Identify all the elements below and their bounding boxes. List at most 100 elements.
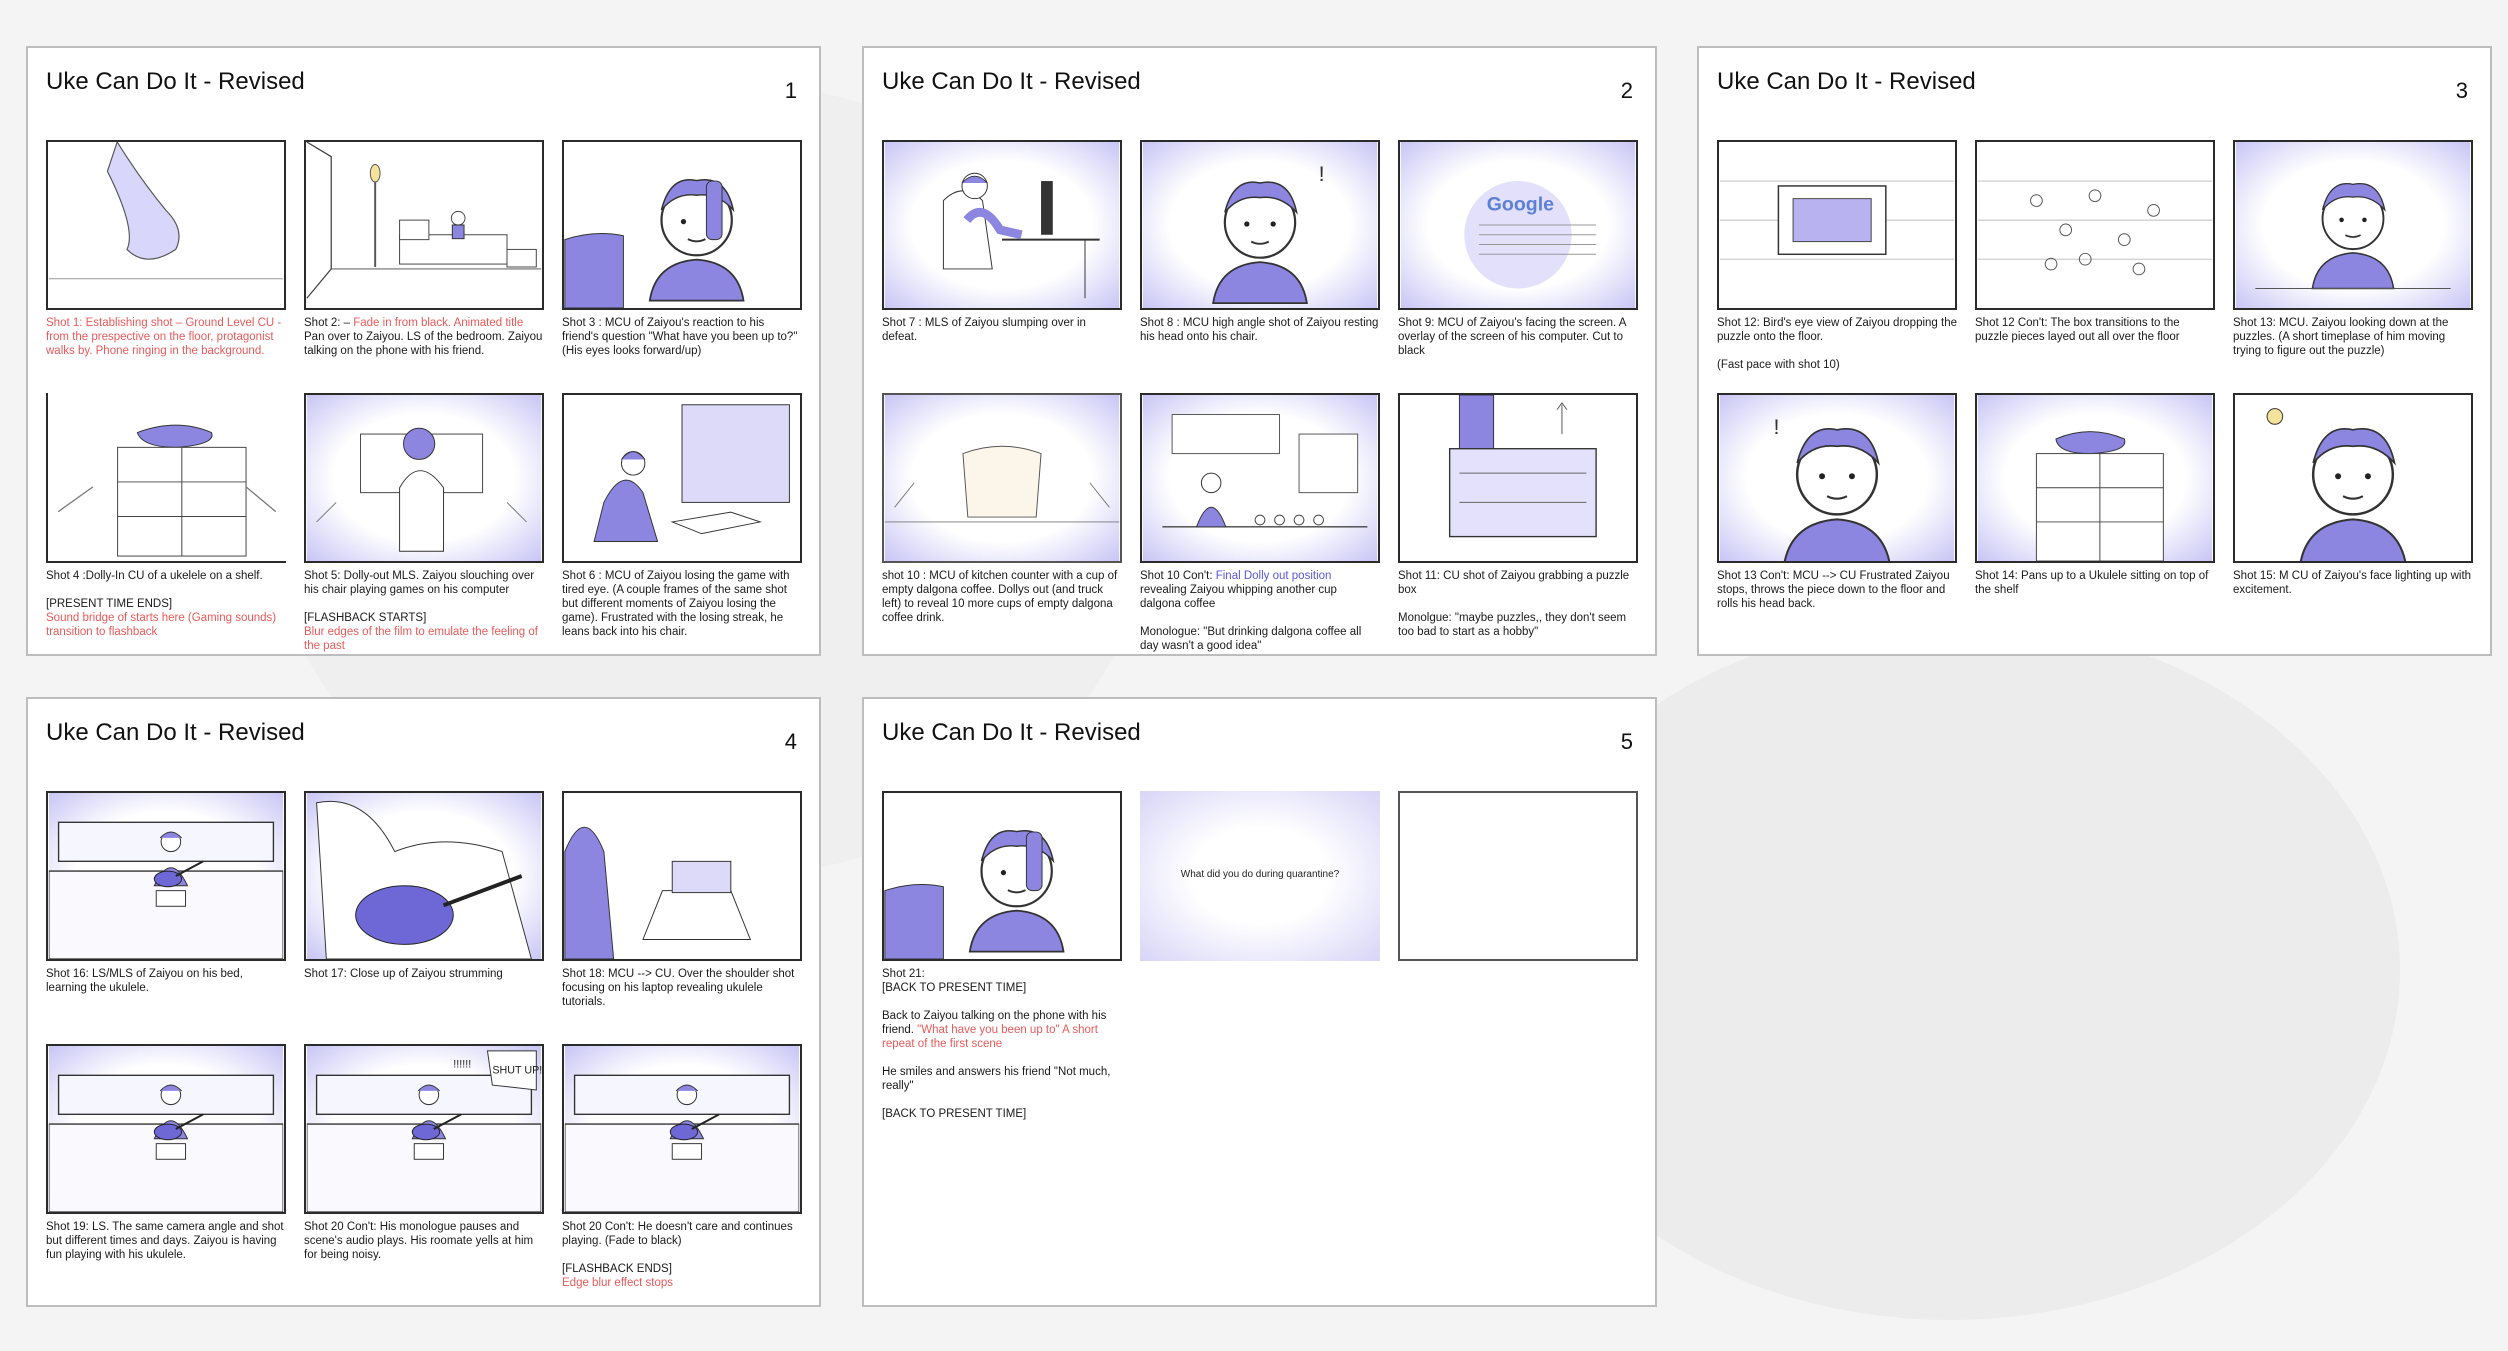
shot-frame-3	[562, 140, 802, 310]
shot-caption: Shot 5: Dolly-out MLS. Zaiyou slouching …	[304, 569, 544, 653]
shot-frame-13-cont: !	[1717, 393, 1957, 563]
caption-line: Shot 15: M CU of Zaiyou's face lighting …	[2233, 569, 2473, 597]
caption-text: Pan over to Zaiyou. LS of the bedroom. Z…	[304, 331, 543, 357]
caption-line: Shot 10 Con't: Final Dolly out position	[1140, 569, 1380, 583]
shot-caption: Shot 2: – Fade in from black. Animated t…	[304, 316, 544, 358]
page-number: 1	[784, 78, 797, 103]
caption-line: Shot 12 Con't: The box transitions to th…	[1975, 316, 2215, 344]
page-title: Uke Can Do It - Revised	[882, 719, 1141, 746]
shot-frame-15	[2233, 393, 2473, 563]
caption-highlight: Fade in from black. Animated title	[353, 317, 524, 329]
caption-line: Shot 1: Establishing shot – Ground Level…	[46, 316, 286, 358]
shot-frame-19	[46, 1044, 286, 1214]
caption-line: Shot 2: – Fade in from black. Animated t…	[304, 316, 544, 330]
shot-frame-10-cont	[1140, 393, 1380, 563]
page-title: Uke Can Do It - Revised	[46, 68, 305, 95]
caption-line: [BACK TO PRESENT TIME]	[882, 1107, 1122, 1121]
shot-frame-9: Google	[1398, 140, 1638, 310]
shot-frame-16	[46, 791, 286, 961]
caption-text: revealing Zaiyou whipping another cup da…	[1140, 584, 1337, 610]
caption-line: Shot 16: LS/MLS of Zaiyou on his bed, le…	[46, 967, 286, 995]
shot-frame-21	[882, 791, 1122, 961]
caption-text: Shot 20 Con't: He doesn't care and conti…	[562, 1221, 793, 1247]
shot-caption: Shot 16: LS/MLS of Zaiyou on his bed, le…	[46, 967, 286, 995]
caption-line: Monologue: "But drinking dalgona coffee …	[1140, 625, 1380, 653]
caption-line: Shot 14: Pans up to a Ukulele sitting on…	[1975, 569, 2215, 597]
caption-line: Shot 11: CU shot of Zaiyou grabbing a pu…	[1398, 569, 1638, 597]
shot-frame-18	[562, 791, 802, 961]
caption-text: Shot 10 Con't:	[1140, 570, 1216, 582]
caption-line: Pan over to Zaiyou. LS of the bedroom. Z…	[304, 330, 544, 358]
caption-line: [PRESENT TIME ENDS]	[46, 597, 286, 611]
caption-line: Edge blur effect stops	[562, 1276, 802, 1290]
caption-text: (Fast pace with shot 10)	[1717, 359, 1840, 371]
shot-caption: Shot 21: [BACK TO PRESENT TIME] Back to Za…	[882, 967, 1122, 1121]
page-number: 4	[784, 729, 797, 754]
caption-line: [FLASHBACK STARTS]	[304, 611, 544, 625]
caption-text: Shot 13: MCU. Zaiyou looking down at the…	[2233, 317, 2449, 357]
shot-caption: Shot 20 Con't: His monologue pauses and …	[304, 1220, 544, 1262]
caption-line: Shot 18: MCU --> CU. Over the shoulder s…	[562, 967, 802, 1009]
shot-caption: Shot 4 :Dolly-In CU of a ukelele on a sh…	[46, 569, 286, 639]
shot-frame-13	[2233, 140, 2473, 310]
shot-caption: Shot 18: MCU --> CU. Over the shoulder s…	[562, 967, 802, 1009]
caption-line: Shot 17: Close up of Zaiyou strumming	[304, 967, 544, 981]
caption-text: [BACK TO PRESENT TIME]	[882, 1108, 1027, 1120]
shot-frame-1	[46, 140, 286, 310]
caption-line: Shot 7 : MLS of Zaiyou slumping over in …	[882, 316, 1122, 344]
shot-caption: Shot 13 Con't: MCU --> CU Frustrated Zai…	[1717, 569, 1957, 611]
caption-line: revealing Zaiyou whipping another cup da…	[1140, 583, 1380, 611]
shot-caption: Shot 19: LS. The same camera angle and s…	[46, 1220, 286, 1262]
caption-line: Shot 3 : MCU of Zaiyou's reaction to his…	[562, 316, 802, 358]
shot-frame-8: !	[1140, 140, 1380, 310]
shot-caption: Shot 15: M CU of Zaiyou's face lighting …	[2233, 569, 2473, 597]
caption-text: Edge blur effect stops	[562, 1277, 674, 1289]
caption-text: Shot 1: Establishing shot – Ground Level…	[46, 317, 282, 357]
empty-frame	[1398, 791, 1638, 961]
caption-text: Shot 12 Con't: The box transitions to th…	[1975, 317, 2180, 343]
caption-line: Shot 21:	[882, 967, 1122, 981]
caption-line: Shot 20 Con't: He doesn't care and conti…	[562, 1220, 802, 1248]
caption-text: shot 10 : MCU of kitchen counter with a …	[882, 570, 1118, 624]
shot-caption: Shot 9: MCU of Zaiyou's facing the scree…	[1398, 316, 1638, 358]
caption-line: Shot 4 :Dolly-In CU of a ukelele on a sh…	[46, 569, 286, 583]
shot-frame-10	[882, 393, 1122, 563]
caption-text: Shot 15: M CU of Zaiyou's face lighting …	[2233, 570, 2472, 596]
page-number: 5	[1620, 729, 1633, 754]
caption-text: Sound bridge of starts here (Gaming soun…	[46, 612, 277, 638]
shot-caption: shot 10 : MCU of kitchen counter with a …	[882, 569, 1122, 625]
caption-text: [FLASHBACK STARTS]	[304, 612, 427, 624]
caption-text: Shot 4 :Dolly-In CU of a ukelele on a sh…	[46, 570, 263, 582]
caption-text: [FLASHBACK ENDS]	[562, 1263, 672, 1275]
page-number: 3	[2455, 78, 2468, 103]
title-card-frame: What did you do during quarantine?	[1140, 791, 1380, 961]
shot-caption: Shot 12 Con't: The box transitions to th…	[1975, 316, 2215, 344]
caption-text: Shot 14: Pans up to a Ukulele sitting on…	[1975, 570, 2209, 596]
shot-caption: Shot 20 Con't: He doesn't care and conti…	[562, 1220, 802, 1290]
page-title: Uke Can Do It - Revised	[882, 68, 1141, 95]
caption-line: Shot 12: Bird's eye view of Zaiyou dropp…	[1717, 316, 1957, 344]
svg-text:SHUT UP!: SHUT UP!	[492, 1064, 542, 1076]
caption-text: Monologue: "But drinking dalgona coffee …	[1140, 626, 1362, 652]
shot-frame-12	[1717, 140, 1957, 310]
shot-caption: Shot 14: Pans up to a Ukulele sitting on…	[1975, 569, 2215, 597]
caption-text: [BACK TO PRESENT TIME]	[882, 982, 1027, 994]
shot-caption: Shot 13: MCU. Zaiyou looking down at the…	[2233, 316, 2473, 358]
page-number: 2	[1620, 78, 1633, 103]
shot-frame-7	[882, 140, 1122, 310]
caption-line: [FLASHBACK ENDS]	[562, 1262, 802, 1276]
storyboard-page-5: Uke Can Do It - Revised 5 Shot 21: [BACK …	[862, 697, 1657, 1307]
caption-text: Shot 16: LS/MLS of Zaiyou on his bed, le…	[46, 968, 243, 994]
caption-text: Shot 18: MCU --> CU. Over the shoulder s…	[562, 968, 795, 1008]
caption-line: Shot 9: MCU of Zaiyou's facing the scree…	[1398, 316, 1638, 358]
caption-text: Shot 8 : MCU high angle shot of Zaiyou r…	[1140, 317, 1379, 343]
svg-text:!: !	[1319, 162, 1325, 186]
caption-line: Shot 13: MCU. Zaiyou looking down at the…	[2233, 316, 2473, 358]
svg-text:!!!!!!: !!!!!!	[453, 1058, 471, 1070]
